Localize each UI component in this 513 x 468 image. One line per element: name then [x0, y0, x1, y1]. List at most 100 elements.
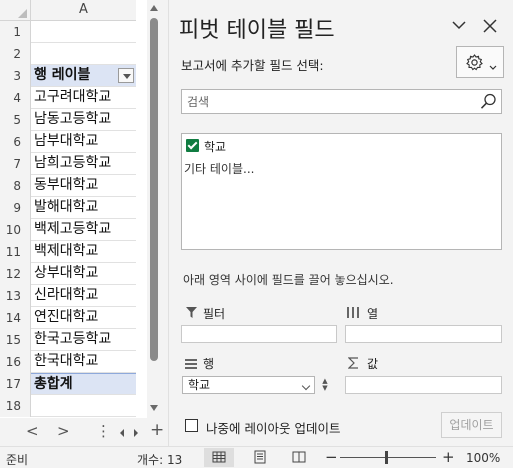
worksheet-grid[interactable]: A 123행 레이블 4 고구려대학교 5 남동고등학교 6 남부대학교 7 남희고등학교 8 동부…: [0, 0, 148, 418]
sheet-cell[interactable]: [31, 395, 136, 416]
scroll-down-icon[interactable]: [150, 405, 158, 411]
cell-text: 남동고등학교: [34, 111, 112, 127]
row-number[interactable]: 17: [0, 373, 31, 395]
drag-hint: 아래 영역 사이에 필드를 끌어 놓으십시오.: [183, 273, 394, 287]
sheet-row: 6 남부대학교: [0, 131, 136, 153]
column-header-a[interactable]: A: [31, 0, 136, 21]
row-number[interactable]: 2: [0, 43, 31, 65]
field-search[interactable]: [181, 89, 502, 114]
zoom-slider-thumb[interactable]: [385, 451, 388, 464]
sheet-row: 9 발해대학교: [0, 197, 136, 219]
next-sheet-button[interactable]: >: [57, 422, 70, 440]
sheet-cell[interactable]: 고구려대학교: [31, 87, 136, 108]
filter-dropdown-icon[interactable]: [118, 68, 134, 83]
tools-button[interactable]: [456, 46, 504, 78]
status-count: 개수: 13: [137, 453, 183, 467]
row-number[interactable]: 16: [0, 351, 31, 373]
row-number[interactable]: 1: [0, 21, 31, 43]
sheet-cell[interactable]: 남부대학교: [31, 131, 136, 152]
row-number[interactable]: 15: [0, 329, 31, 351]
row-field-spinner[interactable]: ▲ ▼: [320, 378, 330, 394]
row-number[interactable]: 14: [0, 307, 31, 329]
sheet-cell[interactable]: [31, 43, 136, 64]
row-number[interactable]: 10: [0, 219, 31, 241]
row-number[interactable]: 3: [0, 65, 31, 87]
scroll-up-icon[interactable]: [150, 5, 158, 11]
sheet-row: 11 백제대학교: [0, 241, 136, 263]
sheet-cell[interactable]: 한국대학교: [31, 351, 136, 372]
sheet-cell[interactable]: 한국고등학교: [31, 329, 136, 350]
sheet-row: 1: [0, 21, 136, 43]
chevron-down-icon[interactable]: [452, 18, 466, 32]
update-button[interactable]: 업데이트: [441, 412, 502, 438]
sheet-cell[interactable]: 남희고등학교: [31, 153, 136, 174]
search-icon[interactable]: [480, 93, 497, 114]
pane-title: 피벗 테이블 필드: [179, 18, 335, 43]
cell-text: 한국고등학교: [34, 331, 112, 347]
sheet-row: 3행 레이블: [0, 65, 136, 87]
cell-text: 연진대학교: [34, 309, 99, 325]
cell-text: 남희고등학교: [34, 155, 112, 171]
row-number[interactable]: 5: [0, 109, 31, 131]
row-number[interactable]: 8: [0, 175, 31, 197]
filter-drop-zone[interactable]: [181, 325, 337, 343]
sheet-row: 17 총합계: [0, 373, 136, 395]
sheet-row: 5 남동고등학교: [0, 109, 136, 131]
row-number[interactable]: 4: [0, 87, 31, 109]
scroll-thumb[interactable]: [150, 18, 158, 361]
row-number[interactable]: 11: [0, 241, 31, 263]
sheet-row: 10 백제고등학교: [0, 219, 136, 241]
sheet-cell[interactable]: 백제대학교: [31, 241, 136, 262]
sheet-cell[interactable]: 신라대학교: [31, 285, 136, 306]
scroll-tabs-icon[interactable]: [119, 425, 141, 443]
zoom-out-button[interactable]: −: [325, 448, 338, 466]
field-list: 학교 기타 테이블...: [181, 133, 502, 250]
cell-text: 동부대학교: [34, 177, 99, 193]
field-checkbox[interactable]: [186, 139, 199, 152]
filter-icon: [186, 307, 197, 322]
sheet-row: 18: [0, 395, 136, 417]
row-number[interactable]: 6: [0, 131, 31, 153]
select-all-corner[interactable]: [0, 0, 31, 21]
values-drop-zone[interactable]: [345, 376, 502, 394]
row-number[interactable]: 7: [0, 153, 31, 175]
row-field-select[interactable]: 학교: [182, 376, 315, 394]
search-input[interactable]: [187, 92, 477, 111]
sheet-cell[interactable]: 상부대학교: [31, 263, 136, 284]
add-sheet-button[interactable]: +: [150, 420, 164, 440]
vertical-scrollbar[interactable]: [147, 0, 162, 418]
close-icon[interactable]: [483, 17, 497, 38]
sheet-row: 15 한국고등학교: [0, 329, 136, 351]
normal-view-button[interactable]: [204, 448, 234, 467]
chevron-down-icon: [489, 60, 497, 75]
sheet-row: 12 상부대학교: [0, 263, 136, 285]
zoom-level[interactable]: 100%: [466, 451, 500, 465]
columns-area-label: 열: [367, 307, 379, 321]
more-sheets-icon[interactable]: ⋮: [96, 422, 111, 440]
row-number[interactable]: 12: [0, 263, 31, 285]
zoom-in-button[interactable]: +: [442, 448, 455, 466]
sheet-cell[interactable]: 백제고등학교: [31, 219, 136, 240]
sheet-cell[interactable]: 남동고등학교: [31, 109, 136, 130]
row-number[interactable]: 9: [0, 197, 31, 219]
more-tables-link[interactable]: 기타 테이블...: [184, 160, 254, 177]
page-layout-view-button[interactable]: [245, 448, 275, 467]
sheet-cell[interactable]: 동부대학교: [31, 175, 136, 196]
rows-area-label: 행: [203, 357, 215, 371]
sheet-cell[interactable]: 연진대학교: [31, 307, 136, 328]
sheet-cell[interactable]: [31, 21, 136, 42]
pivot-row-label-header[interactable]: 행 레이블: [31, 65, 136, 86]
page-break-view-button[interactable]: [284, 448, 314, 467]
prev-sheet-button[interactable]: <: [26, 422, 39, 440]
zoom-slider[interactable]: [340, 457, 436, 458]
sheet-cell[interactable]: 발해대학교: [31, 197, 136, 218]
row-number[interactable]: 18: [0, 395, 31, 417]
cell-text: 백제고등학교: [34, 221, 112, 237]
sheet-row: 8 동부대학교: [0, 175, 136, 197]
defer-update-checkbox[interactable]: [185, 419, 198, 432]
pane-subtitle: 보고서에 추가할 필드 선택:: [181, 58, 324, 73]
grand-total-cell[interactable]: 총합계: [31, 373, 136, 394]
row-number[interactable]: 13: [0, 285, 31, 307]
pivot-field-pane: 피벗 테이블 필드 보고서에 추가할 필드 선택: 학교 기타 테이블... 아…: [168, 0, 513, 446]
columns-drop-zone[interactable]: [345, 325, 502, 343]
